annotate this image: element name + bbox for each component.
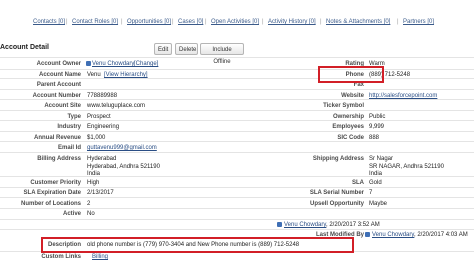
- separator: |: [66, 19, 68, 25]
- label-account-name: Account Name: [38, 72, 81, 78]
- divider: [0, 141, 474, 142]
- label-sla-expiration-date: SLA Expiration Date: [23, 190, 81, 196]
- divider: [0, 78, 474, 79]
- label-sla: SLA: [352, 180, 364, 186]
- label-industry: Industry: [57, 124, 81, 130]
- divider: [0, 187, 474, 188]
- separator: |: [320, 19, 322, 25]
- last-modified-date-value: , 2/20/2017 4:03 AM: [414, 232, 468, 238]
- link-cases[interactable]: Cases [0]: [178, 19, 203, 25]
- divider: [0, 229, 474, 230]
- label-ownership: Ownership: [332, 114, 364, 120]
- divider: [0, 152, 474, 153]
- link-open-activities[interactable]: Open Activities [0]: [211, 19, 259, 25]
- employees-value: 9,999: [369, 124, 385, 130]
- link-opportunities[interactable]: Opportunities [0]: [127, 19, 171, 25]
- phone-highlight-box: [318, 66, 384, 83]
- include-offline-button[interactable]: Include Offline: [200, 43, 244, 65]
- customer-priority-value: High: [87, 180, 100, 186]
- divider: [0, 197, 474, 198]
- ownership-value: Public: [369, 114, 386, 120]
- billing-address-value: Hyderabad Hyderabad, Andhra 521190 India: [87, 156, 160, 179]
- label-active: Active: [62, 211, 81, 217]
- label-shipping-address: Shipping Address: [312, 156, 364, 162]
- account-site-value: www.teluguplace.com: [87, 103, 146, 109]
- website-link[interactable]: http://salesforcepoint.com: [369, 93, 437, 99]
- divider: [0, 120, 474, 121]
- account-owner-link[interactable]: Venu Chowdary: [92, 61, 134, 67]
- label-parent-account: Parent Account: [36, 82, 81, 88]
- description-highlight-box: [41, 237, 354, 253]
- label-annual-revenue: Annual Revenue: [33, 135, 81, 141]
- label-employees: Employees: [332, 124, 364, 130]
- separator: |: [205, 19, 207, 25]
- divider: [0, 208, 474, 209]
- divider: [0, 219, 474, 220]
- divider: [0, 69, 474, 70]
- account-number-value: 778889988: [87, 93, 118, 99]
- created-by-link[interactable]: Venu Chowdary: [284, 222, 326, 228]
- sla-expiration-date-value: 2/13/2017: [87, 190, 114, 196]
- user-icon: [365, 232, 370, 237]
- divider: [0, 57, 474, 58]
- link-notes-attachments[interactable]: Notes & Attachments [0]: [326, 19, 390, 25]
- sla-serial-number-value: 7: [369, 190, 373, 196]
- billing-line-1: Hyderabad: [87, 156, 117, 162]
- email-link[interactable]: guttavenu999@gmail.com: [87, 145, 157, 151]
- label-custom-links: Custom Links: [41, 254, 81, 260]
- separator: |: [172, 19, 174, 25]
- label-sla-serial-number: SLA Serial Number: [309, 190, 364, 196]
- user-icon: [86, 61, 91, 66]
- billing-line-2: Hyderabad, Andhra 521190: [87, 163, 160, 170]
- separator: |: [121, 19, 123, 25]
- label-sic-code: SIC Code: [337, 135, 364, 141]
- account-name-value: Venu: [87, 72, 101, 78]
- link-partners[interactable]: Partners [0]: [403, 19, 434, 25]
- user-icon: [277, 222, 282, 227]
- upsell-opportunity-value: Maybe: [369, 201, 388, 207]
- shipping-line-2: SR NAGAR, Andhra 521190: [369, 163, 444, 170]
- divider: [0, 99, 474, 100]
- billing-line-3: India: [87, 171, 101, 177]
- industry-value: Engineering: [87, 124, 120, 130]
- separator: |: [397, 19, 399, 25]
- shipping-address-value: Sr Nagar SR NAGAR, Andhra 521190 India: [369, 156, 444, 179]
- divider: [0, 110, 474, 111]
- number-of-locations-value: 2: [87, 201, 91, 207]
- type-value: Prospect: [87, 114, 111, 120]
- edit-button[interactable]: Edit: [154, 43, 172, 55]
- label-type: Type: [67, 114, 81, 120]
- active-value: No: [87, 211, 95, 217]
- link-contacts[interactable]: Contacts [0]: [33, 19, 65, 25]
- separator: |: [262, 19, 264, 25]
- sla-value: Gold: [369, 180, 382, 186]
- shipping-line-1: Sr Nagar: [369, 156, 394, 162]
- created-date-value: , 2/20/2017 3:52 AM: [326, 222, 380, 228]
- shipping-line-3: India: [369, 171, 383, 177]
- label-account-number: Account Number: [32, 93, 81, 99]
- billing-custom-link[interactable]: Billing: [92, 254, 108, 260]
- delete-button[interactable]: Delete: [175, 43, 198, 55]
- view-hierarchy-link[interactable]: [View Hierarchy]: [104, 72, 148, 78]
- change-owner-link[interactable]: [Change]: [134, 61, 158, 67]
- label-number-of-locations: Number of Locations: [20, 201, 81, 207]
- label-billing-address: Billing Address: [37, 156, 81, 162]
- label-account-site: Account Site: [44, 103, 81, 109]
- sic-code-value: 888: [369, 135, 380, 141]
- related-list-links: Contacts [0] | Contact Roles [0] | Oppor…: [0, 0, 474, 30]
- divider: [0, 131, 474, 132]
- label-customer-priority: Customer Priority: [30, 180, 81, 186]
- last-modified-by-link[interactable]: Venu Chowdary: [372, 232, 414, 238]
- link-contact-roles[interactable]: Contact Roles [0]: [72, 19, 118, 25]
- label-website: Website: [341, 93, 364, 99]
- divider: [0, 89, 474, 90]
- label-upsell-opportunity: Upsell Opportunity: [310, 201, 364, 207]
- section-title: Account Detail: [0, 44, 50, 51]
- link-activity-history[interactable]: Activity History [0]: [268, 19, 316, 25]
- annual-revenue-value: $1,000: [87, 135, 106, 141]
- label-email-id: Email Id: [57, 145, 81, 151]
- label-ticker-symbol: Ticker Symbol: [323, 103, 364, 109]
- label-account-owner: Account Owner: [36, 61, 81, 67]
